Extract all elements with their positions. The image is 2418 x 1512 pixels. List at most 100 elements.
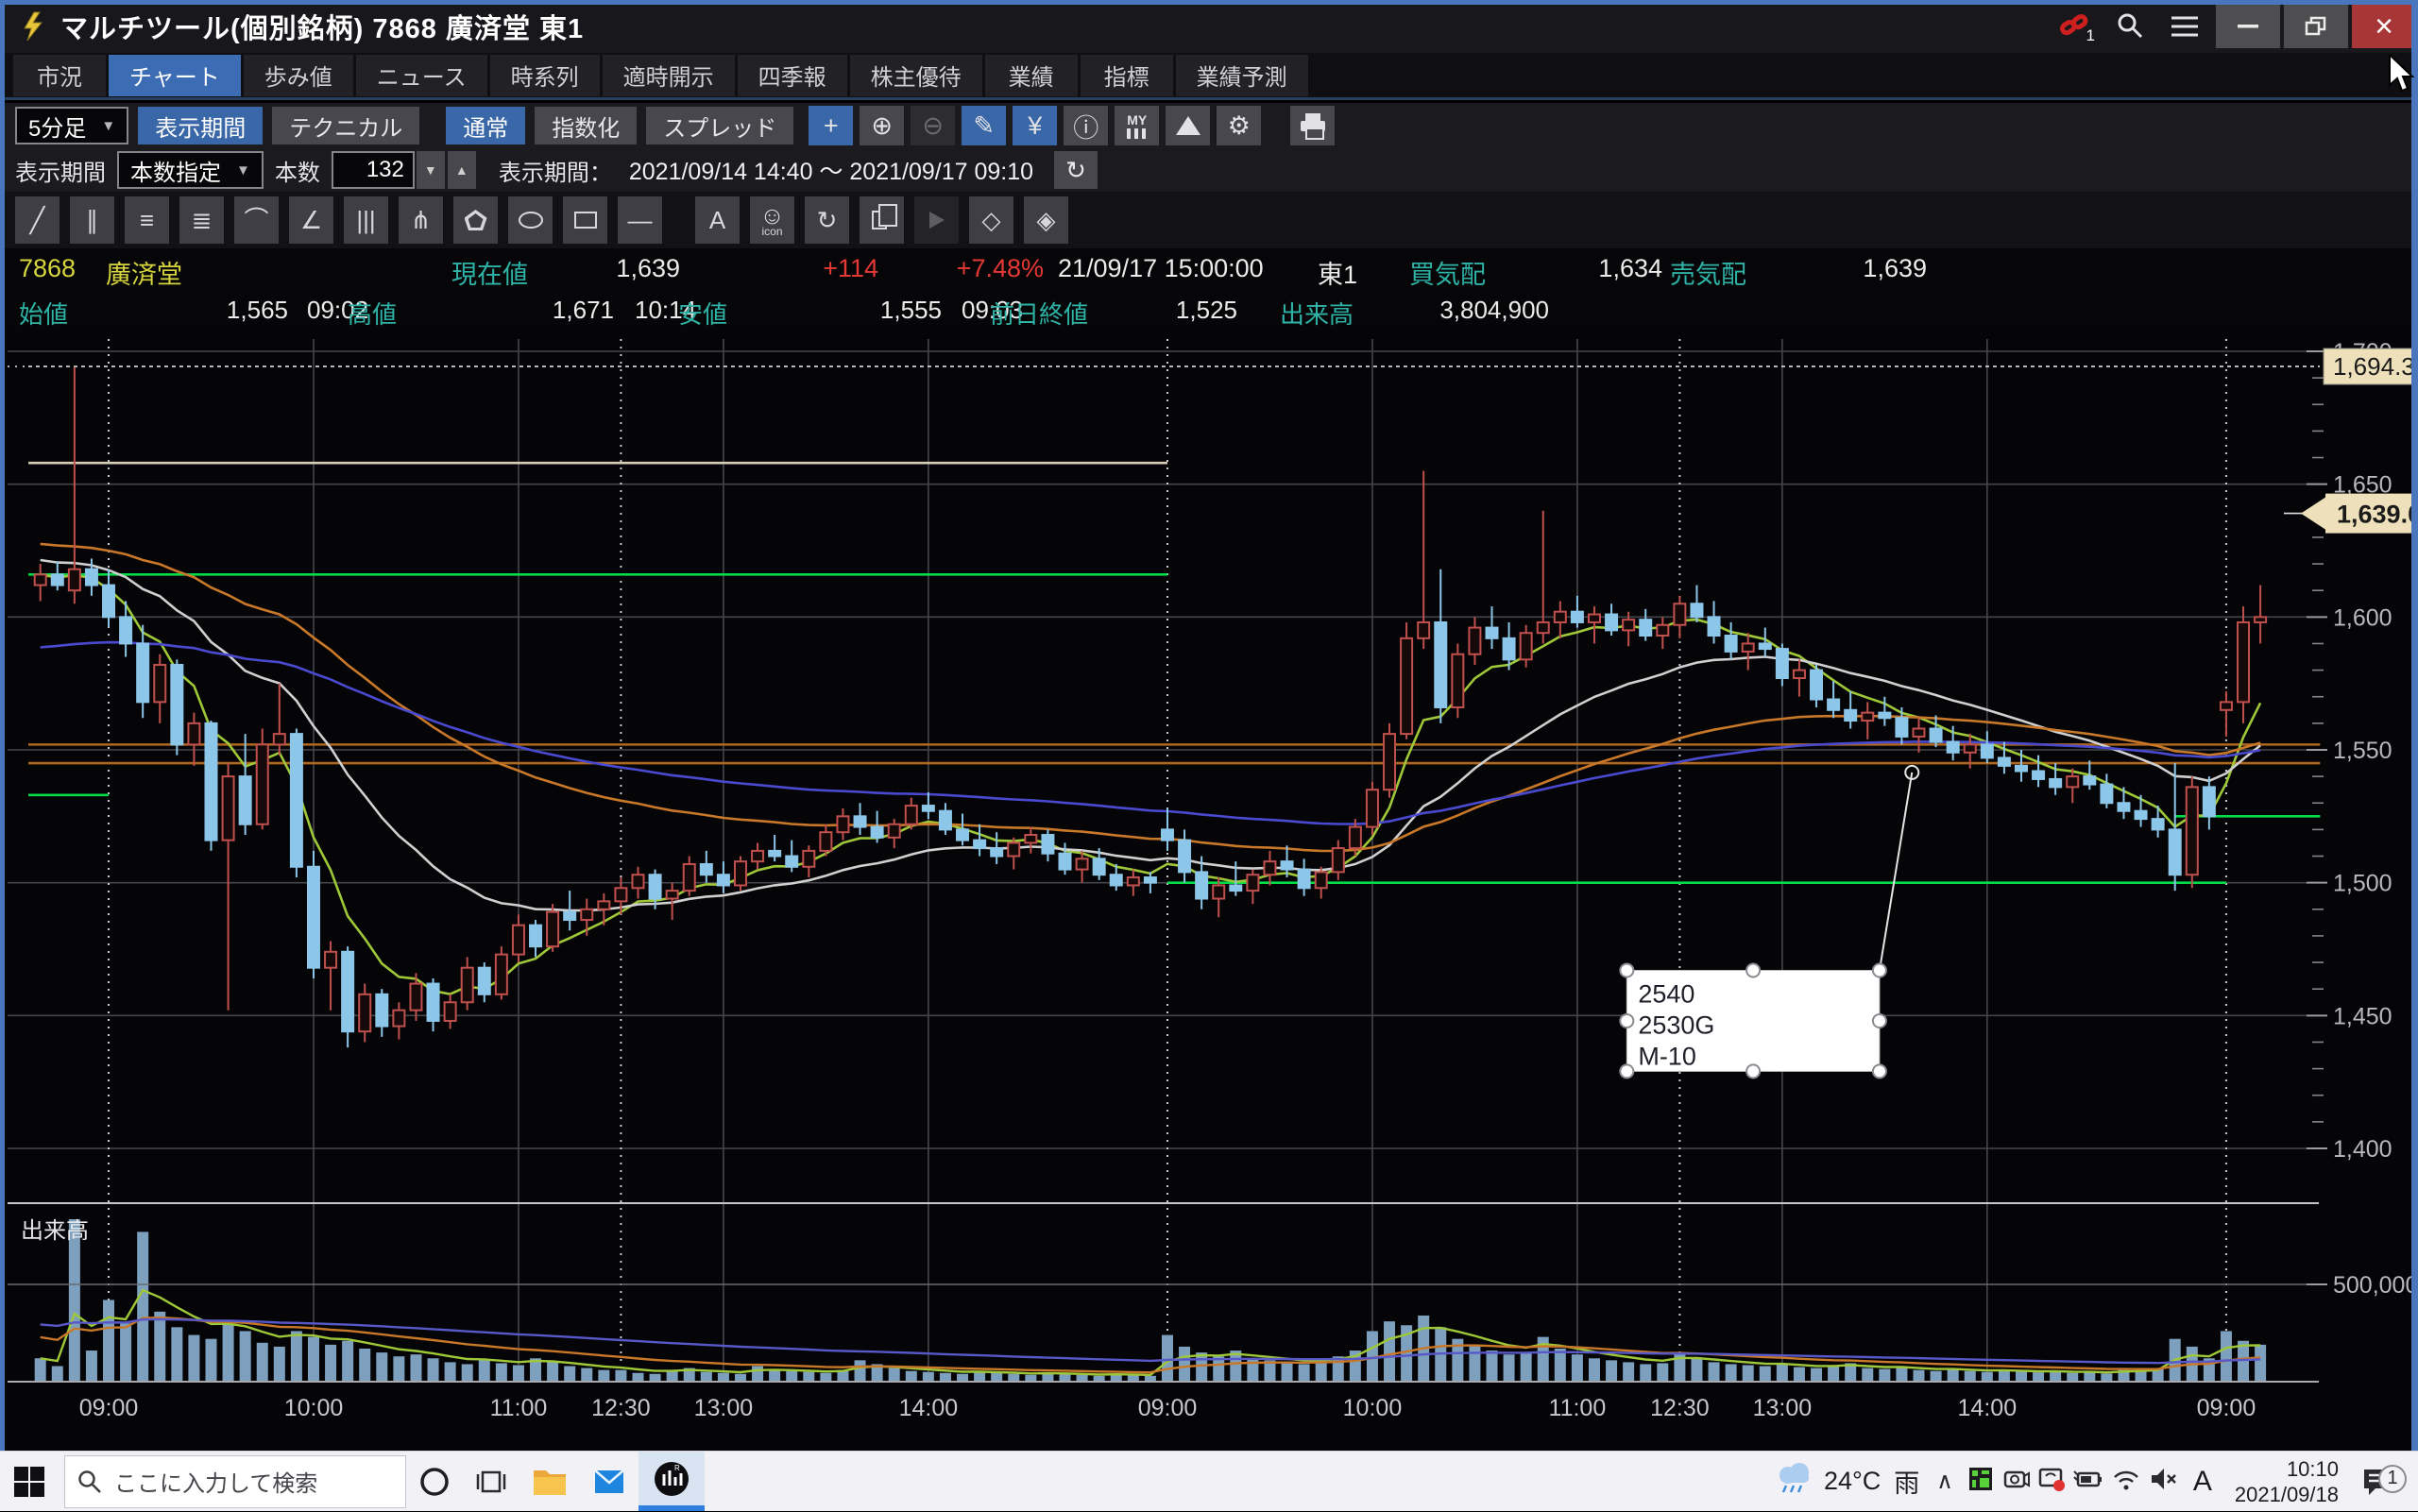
weather-temp[interactable]: 24°C (1824, 1467, 1881, 1496)
tab-indicators[interactable]: 指標 (1081, 55, 1173, 96)
svg-text:11:00: 11:00 (1549, 1395, 1607, 1421)
chart-annotation-box[interactable]: 25402530GM-10 (1620, 963, 1886, 1078)
tab-results[interactable]: 業績 (985, 55, 1078, 96)
normal-mode-button[interactable]: 通常 (446, 107, 525, 144)
tool-pitchfork[interactable]: ⋔ (399, 196, 443, 244)
battery-icon[interactable] (2072, 1465, 2104, 1498)
count-mode-dropdown[interactable]: 本数指定 ▼ (117, 151, 264, 189)
price-change: +114 (756, 254, 878, 283)
zoom-out-button: ⊖ (911, 106, 955, 145)
tray-expand-icon[interactable]: ∧ (1929, 1468, 1961, 1495)
trading-app-button[interactable]: R (639, 1452, 705, 1511)
reset-period-icon[interactable]: ↻ (1054, 151, 1098, 189)
tool-eraser-all[interactable]: ◈ (1024, 196, 1068, 244)
chart-area[interactable]: 1,7001,6501,6001,5501,5001,4501,400500,0… (0, 330, 2418, 1451)
tool-icon-stamp[interactable]: ☺icon (750, 196, 794, 244)
count-value: 132 (366, 157, 404, 183)
tool-eraser[interactable]: ◇ (969, 196, 1013, 244)
prev-close-value: 1,525 (1143, 296, 1237, 325)
svg-text:500,000: 500,000 (2333, 1272, 2418, 1299)
tab-benefit[interactable]: 株主優待 (850, 55, 982, 96)
remote-session-tray-icon[interactable] (2036, 1465, 2067, 1498)
tool-rectangle[interactable] (563, 196, 607, 244)
indexed-mode-button[interactable]: 指数化 (535, 107, 637, 144)
svg-text:2530G: 2530G (1638, 1011, 1714, 1039)
volume-muted-icon[interactable] (2148, 1465, 2180, 1498)
yen-axis-button[interactable]: ¥ (1013, 106, 1057, 145)
drawing-toolbar: ╱∥≡≣⌒∠|||⋔ — A☺icon↻ ◇◈ (0, 192, 2418, 248)
restore-button[interactable] (2284, 5, 2348, 48)
wifi-icon[interactable] (2110, 1465, 2142, 1498)
search-icon[interactable] (2103, 4, 2157, 49)
svg-text:1,600: 1,600 (2333, 604, 2392, 631)
start-button[interactable] (0, 1452, 59, 1512)
tool-fibonacci-3[interactable]: ≡ (125, 196, 169, 244)
count-input[interactable]: 132 (332, 151, 415, 189)
tool-fan-lines[interactable]: ∠ (289, 196, 333, 244)
link-group-icon[interactable]: 1 (2048, 4, 2103, 49)
tool-horizontal-line[interactable]: — (618, 196, 662, 244)
tool-text[interactable]: A (695, 196, 740, 244)
menu-icon[interactable] (2157, 4, 2212, 49)
file-explorer-button[interactable] (519, 1452, 580, 1512)
tool-parallel-lines[interactable]: ∥ (70, 196, 114, 244)
interval-dropdown[interactable]: 5分足 ▼ (15, 107, 128, 144)
display-period-button[interactable]: 表示期間 (138, 107, 263, 144)
weather-icon[interactable] (1773, 1460, 1814, 1503)
svg-text:1,400: 1,400 (2333, 1136, 2392, 1163)
cortana-button[interactable] (406, 1452, 463, 1512)
tab-ticks[interactable]: 歩み値 (244, 55, 353, 96)
weather-condition[interactable]: 雨 (1894, 1463, 1919, 1500)
tab-disclosure[interactable]: 適時開示 (603, 55, 735, 96)
mail-button[interactable] (580, 1452, 639, 1512)
tray-app-icon[interactable] (1967, 1465, 1995, 1498)
svg-text:14:00: 14:00 (899, 1395, 959, 1421)
count-decrement-button[interactable]: ▼ (417, 151, 445, 189)
tool-trendline[interactable]: ╱ (15, 196, 60, 244)
taskbar-clock[interactable]: 10:10 2021/09/18 (2225, 1456, 2348, 1507)
tab-chart[interactable]: チャート (109, 55, 241, 96)
minimize-button[interactable] (2216, 5, 2280, 48)
camera-tray-icon[interactable] (2001, 1465, 2031, 1498)
draw-pencil-button[interactable]: ✎ (962, 106, 1006, 145)
area-chart-button[interactable] (1166, 106, 1210, 145)
chevron-down-icon: ▼ (101, 118, 115, 134)
tool-ellipse[interactable] (508, 196, 553, 244)
spread-mode-button[interactable]: スプレッド (646, 107, 793, 144)
my-chart-button[interactable]: MY (1115, 106, 1159, 145)
bid-value: 1,634 (1521, 254, 1662, 283)
zoom-in-button[interactable]: ⊕ (860, 106, 904, 145)
tab-timeseries[interactable]: 時系列 (490, 55, 600, 96)
candlestick-chart[interactable]: 1,7001,6501,6001,5501,5001,4501,400500,0… (0, 330, 2418, 1451)
price-change-pct: +7.48% (897, 254, 1044, 283)
svg-text:10:00: 10:00 (284, 1395, 344, 1421)
prev-close-label: 前日終値 (990, 296, 1088, 331)
tool-arc[interactable]: ⌒ (234, 196, 279, 244)
tool-time-cycle[interactable]: ↻ (805, 196, 849, 244)
action-center-button[interactable]: 1 (2354, 1465, 2409, 1499)
tab-forecast[interactable]: 業績予測 (1176, 55, 1308, 96)
technical-button[interactable]: テクニカル (272, 107, 419, 144)
high-label: 高値 (348, 296, 397, 331)
ime-mode-indicator[interactable]: A (2186, 1466, 2220, 1498)
search-placeholder: ここに入力して検索 (114, 1465, 317, 1498)
tab-market[interactable]: 市況 (13, 55, 106, 96)
quote-datetime: 21/09/17 15:00:00 (1058, 254, 1264, 283)
count-increment-button[interactable]: ▲ (448, 151, 476, 189)
taskbar-search-input[interactable]: ここに入力して検索 (64, 1455, 406, 1508)
task-view-button[interactable] (463, 1452, 519, 1512)
info-button[interactable]: ⓘ (1064, 106, 1108, 145)
tab-shikiho[interactable]: 四季報 (738, 55, 847, 96)
notification-badge: 1 (2378, 1465, 2407, 1493)
tool-pentagon[interactable] (453, 196, 498, 244)
print-button[interactable] (1290, 106, 1335, 145)
tab-news[interactable]: ニュース (356, 55, 487, 96)
crosshair-button[interactable]: + (809, 106, 853, 145)
settings-wrench-button[interactable]: ⚙ (1217, 106, 1261, 145)
count-mode-value: 本数指定 (130, 154, 221, 187)
tool-copy[interactable] (860, 196, 904, 244)
tool-vertical-lines[interactable]: ||| (344, 196, 388, 244)
low-value: 1,555 (814, 296, 942, 325)
close-button[interactable]: × (2352, 5, 2416, 48)
tool-fibonacci-4[interactable]: ≣ (179, 196, 224, 244)
